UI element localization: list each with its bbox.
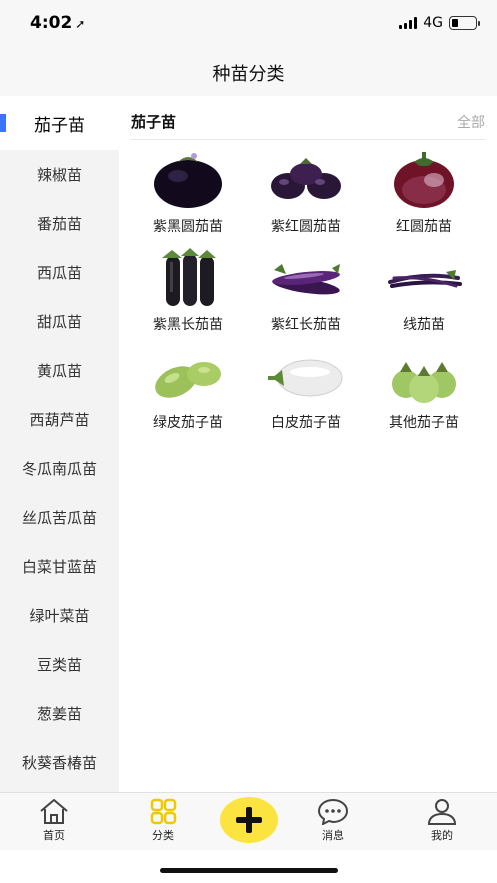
- round-red-eggplant-image: [384, 150, 464, 210]
- tab-bar: 首页 分类 消息 我的: [0, 792, 497, 850]
- white-eggplant-image: [266, 346, 346, 406]
- sidebar-item-leafy-greens[interactable]: 绿叶菜苗: [0, 591, 119, 640]
- product-label: 紫黑圆茄苗: [153, 219, 223, 235]
- product-item[interactable]: 线茄苗: [365, 248, 483, 333]
- status-bar: 4:02 ➚ 4G: [0, 0, 497, 50]
- product-item[interactable]: 紫黑长茄苗: [129, 248, 247, 333]
- sidebar-item-label: 葱姜苗: [36, 705, 82, 723]
- product-label: 紫黑长茄苗: [153, 317, 223, 333]
- product-grid: 紫黑圆茄苗 紫红圆茄苗 红圆茄苗 紫黑长茄苗 紫红长茄苗 线茄苗 绿皮茄子苗 白…: [129, 150, 485, 431]
- product-item[interactable]: 紫红长茄苗: [247, 248, 365, 333]
- sidebar-item-label: 秋葵香椿苗: [21, 754, 97, 772]
- sidebar-item-okra-toon[interactable]: 秋葵香椿苗: [0, 738, 119, 787]
- sidebar-item-beans[interactable]: 豆类苗: [0, 640, 119, 689]
- product-item[interactable]: 红圆茄苗: [365, 150, 483, 235]
- tab-label: 分类: [152, 829, 174, 842]
- sidebar-item-label: 西葫芦苗: [29, 411, 90, 429]
- sidebar-item-label: 辣椒苗: [36, 166, 82, 184]
- sidebar-item-label: 冬瓜南瓜苗: [21, 460, 97, 478]
- page-title: 种苗分类: [212, 64, 285, 85]
- sidebar-item-label: 番茄苗: [36, 215, 82, 233]
- product-label: 白皮茄子苗: [271, 415, 341, 431]
- sidebar-item-label: 茄子苗: [34, 115, 85, 136]
- product-item[interactable]: 紫黑圆茄苗: [129, 150, 247, 235]
- product-item[interactable]: 其他茄子苗: [365, 346, 483, 431]
- sidebar-item-watermelon[interactable]: 西瓜苗: [0, 248, 119, 297]
- long-purple-eggplant-image: [266, 248, 346, 308]
- sidebar-item-label: 绿叶菜苗: [29, 607, 90, 625]
- add-button[interactable]: [220, 797, 278, 843]
- sidebar-item-label: 甜瓜苗: [36, 313, 82, 331]
- product-label: 其他茄子苗: [389, 415, 459, 431]
- round-black-eggplant-image: [148, 150, 228, 210]
- sidebar-item-pepper[interactable]: 辣椒苗: [0, 150, 119, 199]
- sidebar-item-eggplant[interactable]: 茄子苗: [0, 96, 119, 150]
- sidebar-item-melon[interactable]: 甜瓜苗: [0, 297, 119, 346]
- round-purple-eggplant-image: [266, 150, 346, 210]
- product-label: 线茄苗: [403, 317, 445, 333]
- home-indicator[interactable]: [160, 868, 338, 873]
- tab-label: 消息: [322, 829, 344, 842]
- sidebar-item-cucumber[interactable]: 黄瓜苗: [0, 346, 119, 395]
- long-black-eggplant-image: [148, 248, 228, 308]
- network-type: 4G: [423, 15, 443, 31]
- signal-icon: [399, 17, 418, 29]
- sidebar-item-cabbage[interactable]: 白菜甘蓝苗: [0, 542, 119, 591]
- tab-messages[interactable]: 消息: [293, 797, 373, 843]
- product-label: 红圆茄苗: [396, 219, 452, 235]
- user-icon: [427, 799, 457, 825]
- nav-bar: 种苗分类: [0, 50, 497, 96]
- sidebar-item-loofah-bitter-melon[interactable]: 丝瓜苦瓜苗: [0, 493, 119, 542]
- status-indicators: 4G: [399, 15, 480, 31]
- status-time: 4:02 ➚: [30, 13, 85, 33]
- grid-icon: [150, 798, 177, 825]
- product-label: 绿皮茄子苗: [153, 415, 223, 431]
- other-eggplant-image: [384, 346, 464, 406]
- product-label: 紫红长茄苗: [271, 317, 341, 333]
- tab-label: 首页: [43, 829, 65, 842]
- sidebar-item-label: 白菜甘蓝苗: [21, 558, 97, 576]
- tab-category[interactable]: 分类: [123, 797, 203, 843]
- sidebar-item-label: 西瓜苗: [36, 264, 82, 282]
- sidebar-item-tomato[interactable]: 番茄苗: [0, 199, 119, 248]
- view-all-link[interactable]: 全部: [457, 112, 485, 132]
- chat-bubble-icon: [317, 798, 349, 825]
- sidebar-item-label: 丝瓜苦瓜苗: [21, 509, 97, 527]
- tab-profile[interactable]: 我的: [402, 797, 482, 843]
- product-item[interactable]: 绿皮茄子苗: [129, 346, 247, 431]
- time-text: 4:02: [30, 13, 73, 33]
- product-item[interactable]: 白皮茄子苗: [247, 346, 365, 431]
- product-panel: 茄子苗 全部 紫黑圆茄苗 紫红圆茄苗 红圆茄苗 紫黑长茄苗 紫红长茄苗 线茄苗 …: [119, 96, 497, 792]
- plus-icon: [236, 807, 262, 833]
- section-header: 茄子苗 全部: [131, 104, 485, 140]
- battery-icon: [449, 16, 480, 30]
- sidebar-item-label: 豆类苗: [36, 656, 82, 674]
- category-sidebar: 茄子苗 辣椒苗 番茄苗 西瓜苗 甜瓜苗 黄瓜苗 西葫芦苗 冬瓜南瓜苗 丝瓜苦瓜苗…: [0, 96, 119, 792]
- section-title: 茄子苗: [131, 113, 177, 131]
- product-label: 紫红圆茄苗: [271, 219, 341, 235]
- tab-label: 我的: [431, 829, 453, 842]
- thin-eggplant-image: [384, 248, 464, 308]
- tab-home[interactable]: 首页: [14, 797, 94, 843]
- home-icon: [40, 799, 68, 824]
- sidebar-item-winter-melon-pumpkin[interactable]: 冬瓜南瓜苗: [0, 444, 119, 493]
- sidebar-item-scallion-ginger[interactable]: 葱姜苗: [0, 689, 119, 738]
- product-item[interactable]: 紫红圆茄苗: [247, 150, 365, 235]
- sidebar-item-zucchini[interactable]: 西葫芦苗: [0, 395, 119, 444]
- green-eggplant-image: [148, 346, 228, 406]
- sidebar-item-label: 黄瓜苗: [36, 362, 82, 380]
- location-arrow-icon: ➚: [75, 17, 86, 31]
